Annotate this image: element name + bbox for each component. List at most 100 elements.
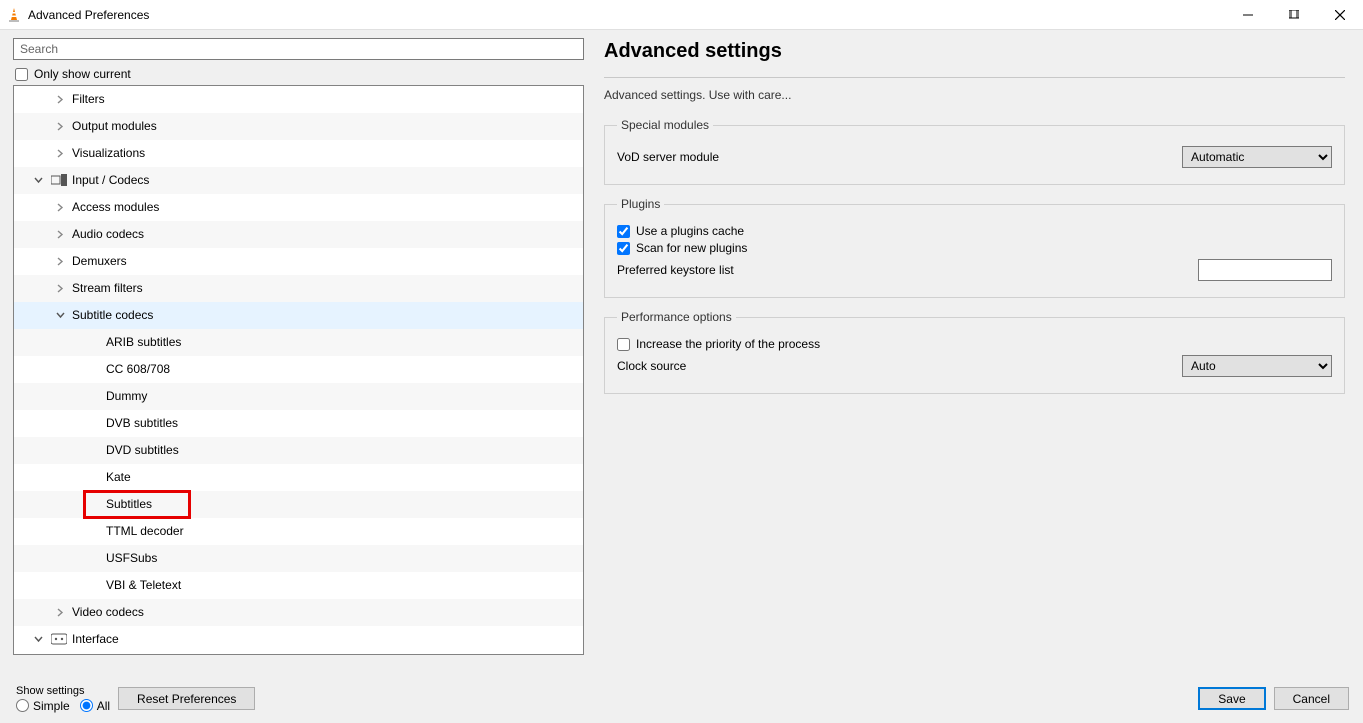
simple-radio-label[interactable]: Simple: [16, 699, 70, 713]
tree-item[interactable]: Video codecs: [14, 599, 583, 626]
tree-item[interactable]: ARIB subtitles: [14, 329, 583, 356]
performance-group: Performance options Increase the priorit…: [604, 310, 1345, 394]
clock-source-select[interactable]: Auto: [1182, 355, 1332, 377]
chevron-right-icon[interactable]: [56, 230, 70, 239]
chevron-right-icon[interactable]: [56, 149, 70, 158]
tree-item-label: TTML decoder: [104, 524, 184, 538]
keystore-label: Preferred keystore list: [617, 263, 1198, 277]
tree-item[interactable]: Audio codecs: [14, 221, 583, 248]
all-radio-label[interactable]: All: [80, 699, 110, 713]
chevron-down-icon[interactable]: [56, 311, 70, 320]
titlebar: Advanced Preferences: [0, 0, 1363, 30]
keystore-input[interactable]: [1198, 259, 1332, 281]
tree-item[interactable]: Demuxers: [14, 248, 583, 275]
page-heading: Advanced settings: [604, 40, 1345, 63]
tree-item[interactable]: VBI & Teletext: [14, 572, 583, 599]
special-modules-group: Special modules VoD server module Automa…: [604, 118, 1345, 185]
tree-item-label: Demuxers: [70, 254, 127, 268]
tree-item-label: Audio codecs: [70, 227, 144, 241]
tree-item[interactable]: Subtitle codecs: [14, 302, 583, 329]
tree-item[interactable]: CC 608/708: [14, 356, 583, 383]
tree-item-label: VBI & Teletext: [104, 578, 181, 592]
tree-item[interactable]: Subtitles: [14, 491, 583, 518]
page-subtitle: Advanced settings. Use with care...: [604, 88, 1345, 102]
tree-item-label: Subtitles: [104, 497, 152, 511]
settings-tree[interactable]: Filters Output modules Visualizations Input…: [14, 86, 583, 654]
tree-item-label: Interface: [70, 632, 119, 646]
clock-source-label: Clock source: [617, 359, 1182, 373]
plugins-legend: Plugins: [617, 197, 664, 211]
chevron-right-icon[interactable]: [56, 608, 70, 617]
increase-priority-label: Increase the priority of the process: [636, 337, 820, 351]
left-pane: Only show current Filters Output modules V…: [0, 30, 592, 673]
window-title: Advanced Preferences: [28, 8, 149, 22]
search-input[interactable]: [13, 38, 584, 60]
vod-server-label: VoD server module: [617, 150, 1182, 164]
increase-priority-checkbox[interactable]: [617, 338, 630, 351]
save-button[interactable]: Save: [1198, 687, 1265, 710]
scan-new-plugins-label: Scan for new plugins: [636, 241, 747, 255]
tree-item[interactable]: Dummy: [14, 383, 583, 410]
maximize-icon: [1289, 10, 1299, 20]
tree-item-label: DVD subtitles: [104, 443, 179, 457]
tree-item-label: Subtitle codecs: [70, 308, 153, 322]
tree-item[interactable]: TTML decoder: [14, 518, 583, 545]
only-show-current-checkbox[interactable]: [15, 68, 28, 81]
tree-item[interactable]: DVB subtitles: [14, 410, 583, 437]
special-modules-legend: Special modules: [617, 118, 713, 132]
tree-item-label: Access modules: [70, 200, 159, 214]
tree-item[interactable]: Visualizations: [14, 140, 583, 167]
tree-item[interactable]: Kate: [14, 464, 583, 491]
input-codecs-icon: [48, 174, 70, 186]
use-plugins-cache-label: Use a plugins cache: [636, 224, 744, 238]
tree-item-label: Visualizations: [70, 146, 145, 160]
vod-server-select[interactable]: Automatic: [1182, 146, 1332, 168]
simple-radio[interactable]: [16, 699, 29, 712]
chevron-down-icon[interactable]: [34, 176, 48, 185]
tree-item-label: Kate: [104, 470, 131, 484]
chevron-down-icon[interactable]: [34, 635, 48, 644]
right-pane: Advanced settings Advanced settings. Use…: [592, 30, 1363, 673]
tree-item[interactable]: Input / Codecs: [14, 167, 583, 194]
plugins-group: Plugins Use a plugins cache Scan for new…: [604, 197, 1345, 298]
tree-item-label: DVB subtitles: [104, 416, 178, 430]
tree-item[interactable]: Output modules: [14, 113, 583, 140]
minimize-icon: [1243, 10, 1253, 20]
tree-item[interactable]: DVD subtitles: [14, 437, 583, 464]
use-plugins-cache-checkbox[interactable]: [617, 225, 630, 238]
tree-item[interactable]: Stream filters: [14, 275, 583, 302]
tree-item[interactable]: USFSubs: [14, 545, 583, 572]
vlc-cone-icon: [6, 7, 22, 23]
close-button[interactable]: [1317, 0, 1363, 30]
interface-icon: [48, 633, 70, 645]
chevron-right-icon[interactable]: [56, 284, 70, 293]
tree-item-label: Stream filters: [70, 281, 143, 295]
minimize-button[interactable]: [1225, 0, 1271, 30]
divider: [604, 77, 1345, 78]
chevron-right-icon[interactable]: [56, 203, 70, 212]
tree-item-label: Filters: [70, 92, 105, 106]
all-radio[interactable]: [80, 699, 93, 712]
reset-preferences-button[interactable]: Reset Preferences: [118, 687, 255, 710]
tree-item[interactable]: Access modules: [14, 194, 583, 221]
chevron-right-icon[interactable]: [56, 95, 70, 104]
main-area: Only show current Filters Output modules V…: [0, 30, 1363, 673]
tree-item-label: Dummy: [104, 389, 147, 403]
scan-new-plugins-checkbox[interactable]: [617, 242, 630, 255]
tree-item-label: CC 608/708: [104, 362, 170, 376]
tree-panel: Filters Output modules Visualizations Input…: [13, 85, 584, 655]
tree-item-label: USFSubs: [104, 551, 157, 565]
close-icon: [1335, 10, 1345, 20]
cancel-button[interactable]: Cancel: [1274, 687, 1349, 710]
tree-item[interactable]: Filters: [14, 86, 583, 113]
chevron-right-icon[interactable]: [56, 257, 70, 266]
tree-item-label: Input / Codecs: [70, 173, 149, 187]
performance-legend: Performance options: [617, 310, 736, 324]
tree-item[interactable]: Interface: [14, 626, 583, 653]
footer: Show settings Simple All Reset Preferenc…: [0, 673, 1363, 723]
maximize-button[interactable]: [1271, 0, 1317, 30]
show-settings-label: Show settings: [16, 685, 110, 697]
only-show-current-label: Only show current: [34, 67, 131, 81]
tree-item-label: Output modules: [70, 119, 157, 133]
chevron-right-icon[interactable]: [56, 122, 70, 131]
